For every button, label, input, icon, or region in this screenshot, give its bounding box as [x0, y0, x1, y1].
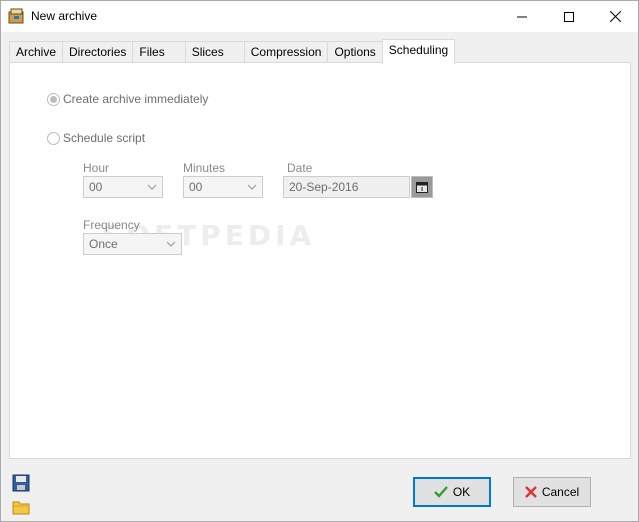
- date-value: 20-Sep-2016: [289, 180, 359, 194]
- chevron-down-icon: [147, 184, 157, 190]
- tab-directories[interactable]: Directories: [62, 41, 134, 63]
- calendar-icon: [416, 182, 428, 193]
- close-button[interactable]: [592, 1, 638, 32]
- ok-label: OK: [452, 485, 471, 499]
- window-title: New archive: [31, 9, 98, 23]
- create-immediately-option[interactable]: Create archive immediately: [47, 92, 208, 106]
- tab-files[interactable]: Files: [132, 41, 186, 63]
- frequency-label: Frequency: [83, 218, 140, 232]
- schedule-script-radio[interactable]: [47, 131, 60, 145]
- new-archive-dialog: New archive Archive Directories Files Sl…: [0, 0, 639, 522]
- maximize-button[interactable]: [546, 1, 592, 32]
- ok-button[interactable]: OK: [413, 477, 491, 507]
- tab-compression[interactable]: Compression: [243, 41, 329, 63]
- archive-app-icon: [8, 8, 26, 25]
- cancel-button[interactable]: Cancel: [513, 477, 591, 507]
- date-label: Date: [287, 161, 313, 175]
- create-immediately-radio[interactable]: [47, 92, 60, 106]
- minimize-button[interactable]: [499, 1, 545, 32]
- schedule-script-option[interactable]: Schedule script: [47, 131, 145, 145]
- tab-slices[interactable]: Slices: [184, 41, 245, 63]
- minutes-label: Minutes: [183, 161, 226, 175]
- date-field[interactable]: 20-Sep-2016: [283, 176, 410, 198]
- create-immediately-label: Create archive immediately: [63, 92, 209, 106]
- minutes-value: 00: [189, 180, 203, 194]
- hour-label: Hour: [83, 161, 110, 175]
- checkmark-icon: [433, 486, 448, 498]
- minimize-icon: [517, 16, 527, 17]
- tab-archive[interactable]: Archive: [9, 41, 64, 63]
- hour-select[interactable]: 00: [83, 176, 163, 198]
- scheduling-panel: Create archive immediately Schedule scri…: [9, 62, 631, 459]
- folder-icon[interactable]: [12, 498, 30, 516]
- cancel-label: Cancel: [541, 485, 580, 499]
- maximize-icon: [564, 11, 574, 22]
- tab-scheduling[interactable]: Scheduling: [381, 39, 456, 64]
- frequency-value: Once: [89, 237, 118, 251]
- calendar-button[interactable]: [411, 176, 433, 198]
- hour-value: 00: [89, 180, 103, 194]
- tab-strip: Archive Directories Files Slices Compres…: [9, 39, 456, 64]
- floppy-disk-icon[interactable]: [12, 474, 30, 492]
- title-bar: New archive: [1, 1, 638, 32]
- minutes-select[interactable]: 00: [183, 176, 263, 198]
- chevron-down-icon: [247, 184, 257, 190]
- cancel-x-icon: [524, 486, 537, 498]
- schedule-script-label: Schedule script: [63, 131, 146, 145]
- tab-options[interactable]: Options: [327, 41, 383, 63]
- chevron-down-icon: [166, 241, 176, 247]
- frequency-select[interactable]: Once: [83, 233, 182, 255]
- close-icon: [609, 11, 621, 22]
